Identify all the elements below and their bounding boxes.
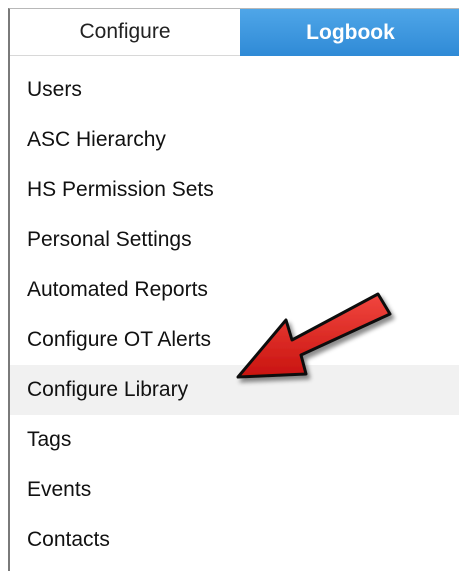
menu-item-asc-hierarchy[interactable]: ASC Hierarchy [10, 115, 459, 165]
menu-item-users[interactable]: Users [10, 65, 459, 115]
tab-bar: Configure Logbook [10, 9, 459, 56]
menu-item-personal-settings[interactable]: Personal Settings [10, 215, 459, 265]
configure-menu: Users ASC Hierarchy HS Permission Sets P… [10, 65, 459, 565]
menu-item-automated-reports[interactable]: Automated Reports [10, 265, 459, 315]
menu-item-tags[interactable]: Tags [10, 415, 459, 465]
tab-logbook[interactable]: Logbook [240, 9, 459, 56]
menu-item-configure-ot-alerts[interactable]: Configure OT Alerts [10, 315, 459, 365]
tab-configure[interactable]: Configure [10, 9, 240, 56]
menu-item-configure-library[interactable]: Configure Library [10, 365, 459, 415]
menu-item-events[interactable]: Events [10, 465, 459, 515]
menu-item-contacts[interactable]: Contacts [10, 515, 459, 565]
menu-item-hs-permission-sets[interactable]: HS Permission Sets [10, 165, 459, 215]
configure-panel: Configure Logbook Users ASC Hierarchy HS… [8, 8, 459, 571]
